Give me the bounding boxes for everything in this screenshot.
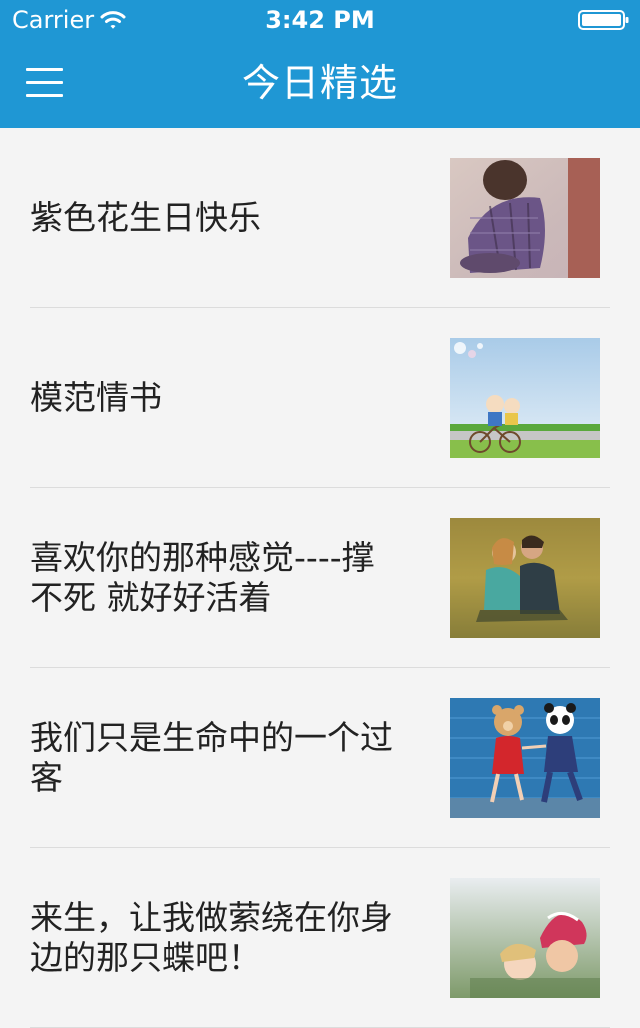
status-bar: Carrier 3:42 PM — [0, 0, 640, 40]
list-item[interactable]: 来生，让我做萦绕在你身边的那只蝶吧！ — [0, 848, 640, 1028]
list-item[interactable]: 我们只是生命中的一个过客 — [0, 668, 640, 848]
article-thumbnail — [450, 878, 600, 998]
article-title: 来生，让我做萦绕在你身边的那只蝶吧！ — [30, 898, 393, 977]
list-item[interactable]: 模范情书 — [0, 308, 640, 488]
battery-icon — [578, 10, 629, 30]
article-thumbnail — [450, 158, 600, 278]
article-title: 喜欢你的那种感觉----撑不死 就好好活着 — [30, 538, 375, 617]
status-time: 3:42 PM — [265, 6, 375, 34]
list-item[interactable]: 喜欢你的那种感觉----撑不死 就好好活着 — [0, 488, 640, 668]
article-thumbnail — [450, 518, 600, 638]
article-title: 我们只是生命中的一个过客 — [30, 718, 393, 797]
article-thumbnail — [450, 338, 600, 458]
navigation-bar: Carrier 3:42 PM 今日精选 — [0, 0, 640, 128]
page-title: 今日精选 — [241, 61, 398, 105]
article-thumbnail — [450, 698, 600, 818]
list-item[interactable]: 紫色花生日快乐 — [0, 128, 640, 308]
article-title: 模范情书 — [30, 378, 162, 417]
article-title: 紫色花生日快乐 — [30, 198, 261, 237]
